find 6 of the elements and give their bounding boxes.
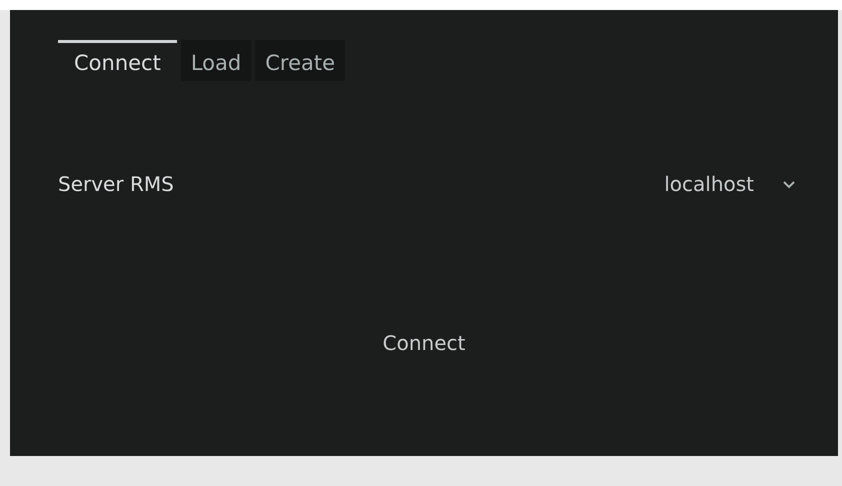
server-dropdown[interactable]: localhost [658, 171, 802, 197]
tab[interactable]: Load [180, 40, 252, 81]
chevron-icon [782, 180, 796, 188]
tab[interactable]: Create [255, 40, 346, 81]
server-label: Server RMS [58, 172, 174, 196]
connect-button[interactable]: Connect [372, 327, 476, 359]
